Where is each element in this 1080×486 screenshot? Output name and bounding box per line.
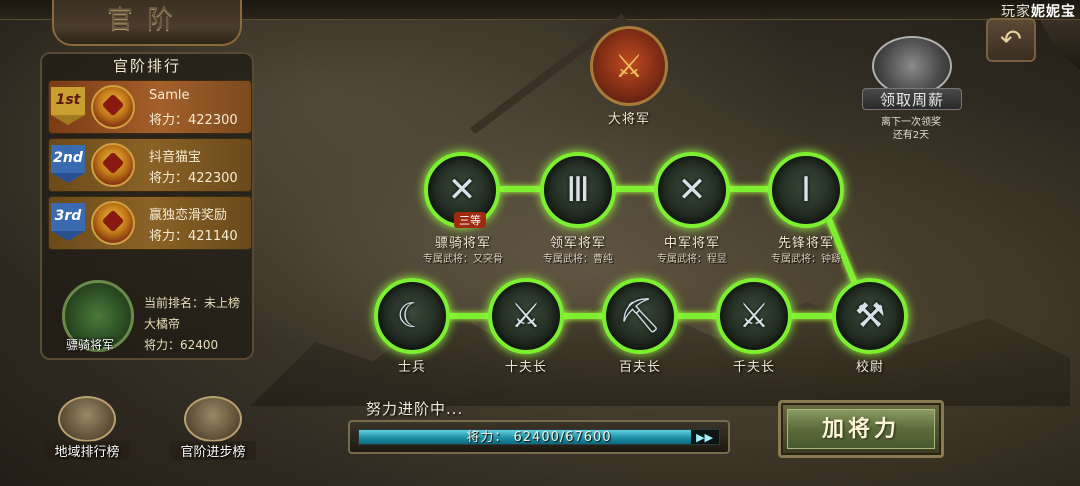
salary-note-line1: 离下一次领奖 <box>881 117 941 128</box>
pickaxe-icon: ⛏ <box>618 296 662 336</box>
rank-badge-1st: 1st <box>51 87 85 125</box>
ranking-name: Samle <box>149 88 190 103</box>
current-grade-badge: 三等 <box>454 212 486 228</box>
back-button[interactable]: ↶ <box>986 18 1036 62</box>
rank-label: 校尉 <box>855 360 884 375</box>
salary-countdown: 离下一次领奖 还有2天 <box>856 116 966 142</box>
triple-swords-icon: Ⅲ <box>566 170 590 210</box>
rank-badge-3rd: 3rd <box>51 203 85 241</box>
rank-exclusive-general: 专属武将：曹纯 <box>543 254 613 265</box>
ranking-row-2[interactable]: 2nd 抖音猫宝 将力：422300 <box>48 138 252 192</box>
great-general-label: 大将军 <box>607 112 650 127</box>
rank-node-centurion[interactable]: ⛏ <box>602 278 678 354</box>
ranking-row-1[interactable]: 1st Samle 将力：422300 <box>48 80 252 134</box>
progress-rank-button[interactable]: 官阶进步榜 <box>170 396 256 462</box>
progress-track: 将力： 62400/67600 ▶▶ <box>358 429 720 445</box>
rank-crest-icon <box>91 201 135 245</box>
crossed-swords-icon: ✕ <box>677 170 707 210</box>
add-power-button[interactable]: 加将力 <box>778 400 944 458</box>
rank-node-chiliarch[interactable]: ⚔ <box>716 278 792 354</box>
rank-label: 百夫长 <box>618 360 661 375</box>
rank-label: 先锋将军 <box>777 236 834 251</box>
progress-text: 将力： 62400/67600 <box>466 430 612 445</box>
rank-label: 十夫长 <box>504 360 547 375</box>
rank-label: 士兵 <box>397 360 426 375</box>
my-current-rank: 当前排名：未上榜 <box>144 296 241 310</box>
rank-label: 领军将军 <box>549 236 606 251</box>
add-power-label: 加将力 <box>787 409 935 449</box>
rank-node-central-general[interactable]: ✕ <box>654 152 730 228</box>
rank-badge-2nd: 2nd <box>51 145 85 183</box>
dagger-icon: ⚔ <box>510 296 542 336</box>
rank-exclusive-general: 专属武将：程昱 <box>657 254 727 265</box>
ranking-power: 将力：422300 <box>149 171 238 186</box>
region-rank-label: 地域排行榜 <box>44 441 130 460</box>
ranking-row-3[interactable]: 3rd 赢独恋滑奖励 将力：421140 <box>48 196 252 250</box>
my-rank-title: 骠骑将军 <box>66 338 115 352</box>
crossed-swords-icon: ⚔ <box>614 47 644 85</box>
claim-salary-button[interactable]: 领取周薪 <box>862 88 962 110</box>
rank-exclusive-general: 专属武将：钟繇 <box>771 254 841 265</box>
rank-node-colonel[interactable]: ⚒ <box>832 278 908 354</box>
rank-label: 骠骑将军 <box>434 236 491 251</box>
ranking-power: 将力：422300 <box>149 113 238 128</box>
page-title-text: 官阶 <box>106 5 187 35</box>
rank-node-squad-leader[interactable]: ⚔ <box>488 278 564 354</box>
ranking-power: 将力：421140 <box>149 229 238 244</box>
my-name: 大橘帝 <box>144 317 181 331</box>
page-title: 官阶 <box>52 0 242 46</box>
great-general-emblem[interactable]: ⚔ <box>590 26 668 106</box>
map-pin-icon <box>58 396 116 442</box>
sickle-icon: ☾ <box>396 296 428 336</box>
ranking-name: 赢独恋滑奖励 <box>149 208 228 223</box>
rank-label: 中军将军 <box>663 236 720 251</box>
rank-label: 千夫长 <box>732 360 775 375</box>
glaive-icon: ⚔ <box>738 296 770 336</box>
progress-arrows-icon: ▶▶ <box>696 431 713 444</box>
back-arrow-icon: ↶ <box>1000 25 1022 55</box>
my-power: 将力：62400 <box>144 338 219 352</box>
rank-node-leading-general[interactable]: Ⅲ <box>540 152 616 228</box>
halberd-icon: ⚒ <box>854 296 886 336</box>
rank-crest-icon <box>91 85 135 129</box>
treasure-chest-icon[interactable] <box>872 36 952 96</box>
progress-caption: 努力进阶中... <box>366 400 464 418</box>
swords-up-icon <box>184 396 242 442</box>
rank-node-vanguard-general[interactable]: Ⅰ <box>768 152 844 228</box>
my-rank: 骠骑将军 当前排名：未上榜 大橘帝 将力：62400 <box>48 280 252 356</box>
power-progress-bar: 将力： 62400/67600 ▶▶ <box>348 420 730 454</box>
ranking-panel: 官阶排行 1st Samle 将力：422300 2nd 抖音猫宝 将力：422… <box>40 52 254 360</box>
progress-rank-label: 官阶进步榜 <box>170 441 256 460</box>
region-rank-button[interactable]: 地域排行榜 <box>44 396 130 462</box>
ranking-title: 官阶排行 <box>112 57 181 75</box>
salary-note-line2: 还有2天 <box>892 130 930 141</box>
rank-crest-icon <box>91 143 135 187</box>
ranking-name: 抖音猫宝 <box>149 150 202 165</box>
rank-exclusive-general: 专属武将：又突骨 <box>423 254 503 265</box>
rank-node-soldier[interactable]: ☾ <box>374 278 450 354</box>
single-sword-icon: Ⅰ <box>800 170 812 210</box>
player-name-value: 妮妮宝 <box>1031 4 1076 20</box>
